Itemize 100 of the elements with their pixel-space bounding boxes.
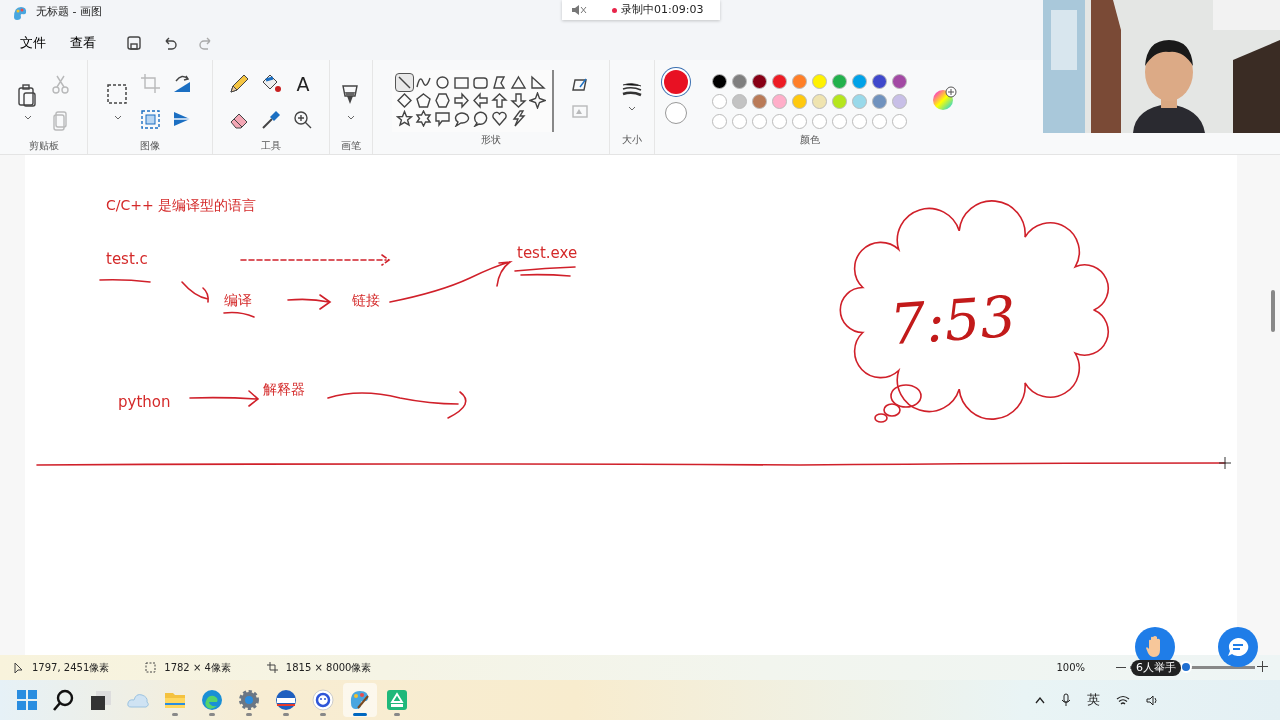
menu-item[interactable]: 查看 [60, 30, 106, 55]
save-icon[interactable] [126, 34, 142, 51]
eyedropper-icon[interactable] [260, 109, 282, 131]
shape-icon[interactable] [529, 92, 546, 109]
search-icon[interactable] [52, 688, 76, 712]
task-view-icon[interactable] [89, 688, 113, 712]
edge-browser-icon[interactable] [200, 688, 224, 712]
crosshair-cursor [1218, 456, 1232, 470]
zoom-thumb[interactable] [1180, 661, 1193, 673]
menu-item[interactable]: 文件 [10, 30, 56, 55]
color-swatch[interactable] [731, 74, 747, 89]
wifi-icon[interactable] [1116, 694, 1130, 706]
selection-size-icon [145, 662, 157, 673]
shape-icon[interactable] [510, 92, 527, 109]
volume-icon[interactable] [570, 3, 588, 17]
caret-icon[interactable] [23, 115, 32, 121]
shape-icon[interactable] [491, 74, 508, 91]
color-swatch[interactable] [811, 94, 827, 109]
color-swatch[interactable] [811, 74, 827, 89]
shape-icon[interactable] [491, 110, 508, 127]
color-swatch[interactable] [891, 94, 907, 109]
empty-color-slot[interactable] [831, 114, 847, 129]
speaker-icon[interactable] [1146, 694, 1158, 706]
shape-icon[interactable] [415, 92, 432, 109]
magnifier-icon[interactable] [292, 109, 314, 131]
empty-color-slot[interactable] [771, 114, 787, 129]
gear-icon[interactable] [237, 688, 261, 712]
selection-size: 1782 × 4像素 [164, 661, 231, 675]
shape-icon[interactable] [396, 92, 413, 109]
microphone-icon[interactable] [1061, 693, 1071, 707]
pdf-app-icon[interactable] [385, 688, 409, 712]
color-swatch[interactable] [871, 94, 887, 109]
paint-app-icon [12, 4, 28, 21]
resize-icon[interactable] [140, 109, 162, 131]
pencil-icon[interactable] [228, 73, 250, 95]
color-swatch[interactable] [851, 94, 867, 109]
shape-icon[interactable] [472, 110, 489, 127]
caret-icon[interactable] [347, 115, 355, 121]
color-swatch[interactable] [831, 94, 847, 109]
canvas-text: python [118, 393, 171, 411]
color-swatch[interactable] [791, 74, 807, 89]
shape-icon[interactable] [529, 74, 546, 91]
color-swatch[interactable] [771, 94, 787, 109]
canvas-size: 1815 × 8000像素 [285, 661, 372, 675]
color-swatch[interactable] [731, 94, 747, 109]
shape-icon[interactable] [415, 110, 432, 127]
shape-icon[interactable] [434, 92, 451, 109]
text-tool-icon[interactable]: A [296, 74, 310, 94]
handwritten-time: 7:53 [887, 282, 1019, 360]
color-swatch[interactable] [851, 74, 867, 89]
scrollbar[interactable] [1271, 290, 1275, 332]
fill-bucket-icon[interactable] [260, 73, 282, 95]
empty-color-slot[interactable] [731, 114, 747, 129]
zoom-in-icon[interactable] [1257, 661, 1268, 672]
canvas-text: C/C++ 是编译型的语言 [106, 197, 257, 214]
color-swatch[interactable] [751, 94, 767, 109]
shape-icon[interactable] [434, 74, 451, 91]
canvas-text: test.exe [517, 244, 578, 262]
chevron-up-icon[interactable] [1035, 696, 1045, 704]
empty-color-slot[interactable] [751, 114, 767, 129]
line-size-icon[interactable] [622, 82, 642, 98]
arrow [181, 281, 209, 303]
canvas-text: 编译 [224, 292, 252, 309]
color-wheel-icon[interactable] [930, 86, 957, 112]
group-label: 工具 [261, 139, 281, 153]
color-swatch[interactable] [871, 74, 887, 89]
color-swatch[interactable] [771, 74, 787, 89]
windows-start-icon[interactable] [15, 688, 39, 712]
selection-icon[interactable] [106, 83, 130, 107]
shape-icon[interactable] [396, 110, 413, 127]
underline-stroke [223, 311, 255, 318]
caret-icon[interactable] [114, 115, 122, 121]
shape-icon[interactable] [453, 110, 470, 127]
shape-icon[interactable] [453, 74, 470, 91]
color-swatch[interactable] [891, 74, 907, 89]
empty-color-slot[interactable] [891, 114, 907, 129]
shape-icon[interactable] [472, 92, 489, 109]
shape-icon[interactable] [453, 92, 470, 109]
input-method-indicator[interactable]: 英 [1087, 690, 1100, 710]
shape-icon[interactable] [510, 110, 527, 127]
empty-color-slot[interactable] [871, 114, 887, 129]
shape-icon[interactable] [510, 74, 527, 91]
cursor-position: 1797, 2451像素 [32, 661, 110, 675]
caret-icon[interactable] [628, 106, 636, 112]
empty-color-slot[interactable] [791, 114, 807, 129]
empty-color-slot[interactable] [711, 114, 727, 129]
color-swatch[interactable] [791, 94, 807, 109]
shape-icon[interactable] [434, 110, 451, 127]
shape-icon[interactable] [396, 74, 413, 91]
secondary-color-swatch[interactable] [664, 102, 687, 124]
color-swatch[interactable] [831, 74, 847, 89]
shape-icon[interactable] [491, 92, 508, 109]
paint-app-icon[interactable] [348, 688, 372, 712]
primary-color-swatch[interactable] [663, 70, 688, 94]
shape-icon[interactable] [472, 74, 489, 91]
color-swatch[interactable] [711, 74, 727, 89]
color-swatch[interactable] [751, 74, 767, 89]
empty-color-slot[interactable] [851, 114, 867, 129]
empty-color-slot[interactable] [811, 114, 827, 129]
color-swatch[interactable] [711, 94, 727, 109]
